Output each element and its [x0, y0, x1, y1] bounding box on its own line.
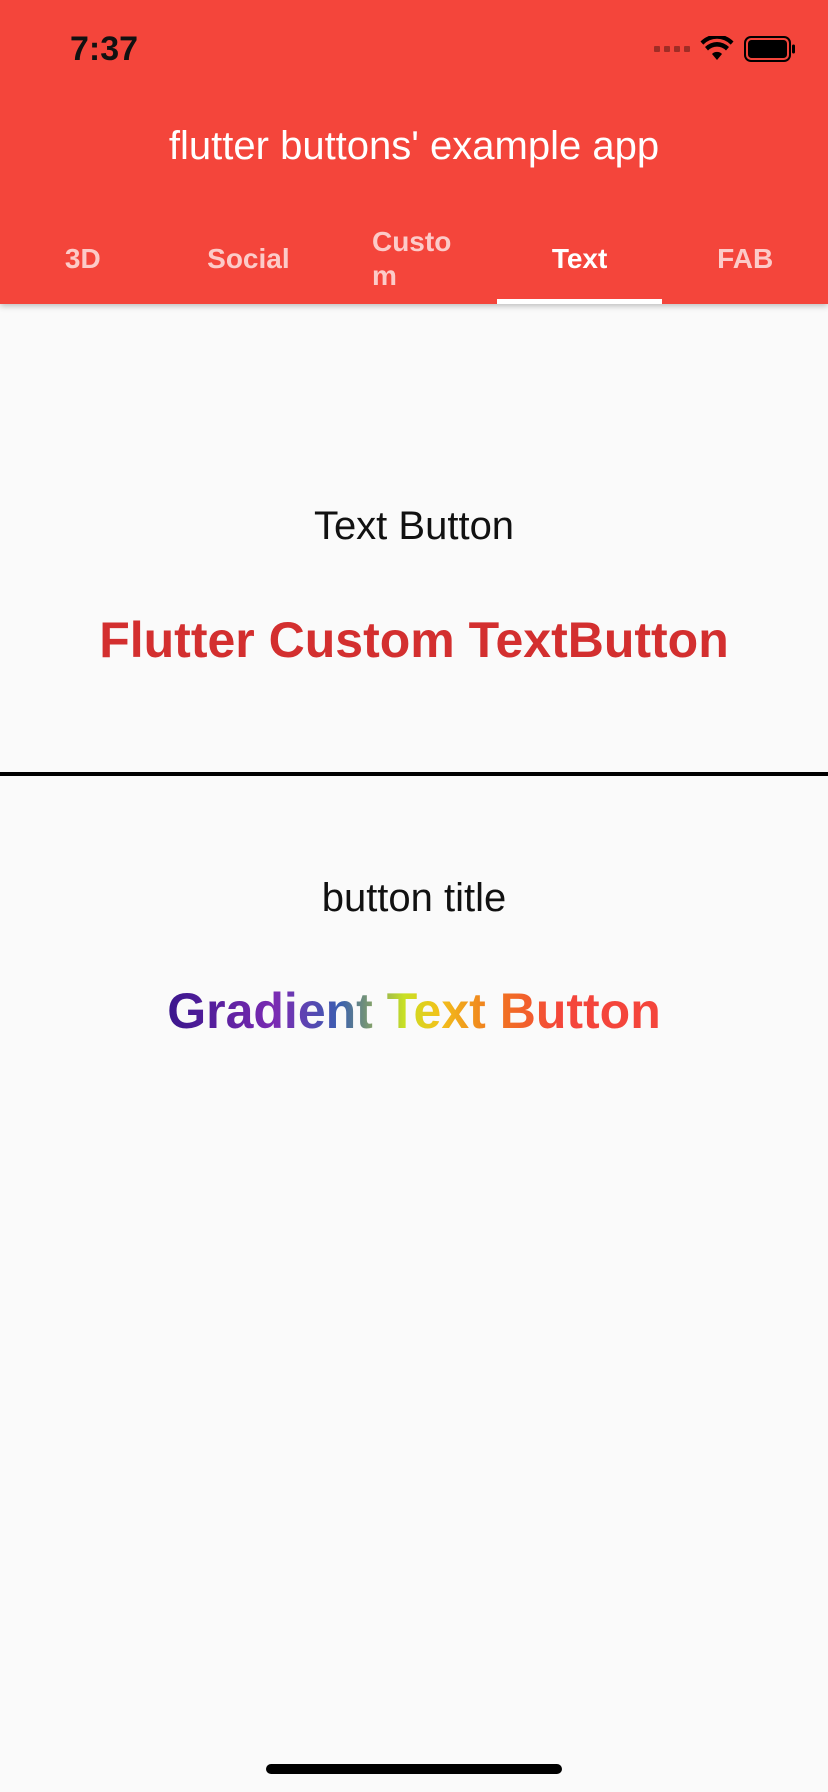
tab-custom[interactable]: Custom [331, 214, 497, 304]
signal-icon [654, 46, 690, 52]
home-indicator [266, 1764, 562, 1774]
tab-social[interactable]: Social [166, 214, 332, 304]
tab-bar: 3D Social Custom Text FAB [0, 214, 828, 304]
gradient-text-button[interactable]: Gradient Text Button [0, 982, 828, 1040]
section-divider [0, 772, 828, 776]
app-bar: 7:37 flutter buttons' example app 3D Soc… [0, 0, 828, 304]
tab-text[interactable]: Text [496, 214, 663, 304]
battery-icon [744, 36, 795, 62]
gradient-section-title: button title [321, 876, 507, 920]
gradient-text-button-label: Gradient Text Button [167, 983, 661, 1039]
status-icons [654, 36, 796, 62]
text-button-section-title: Text Button [313, 504, 515, 548]
tab-label: Social [207, 243, 290, 274]
tab-label: FAB [717, 243, 774, 274]
status-time: 7:37 [70, 30, 139, 68]
wifi-icon [700, 36, 734, 60]
tab-label: Custom [371, 226, 452, 291]
tab-label: 3D [64, 243, 101, 274]
app-title: flutter buttons' example app [168, 124, 660, 168]
tab-label: Text [551, 243, 608, 274]
tab-3d[interactable]: 3D [0, 214, 166, 304]
tab-fab[interactable]: FAB [662, 214, 828, 304]
flutter-custom-text-button[interactable]: Flutter Custom TextButton [0, 611, 828, 669]
